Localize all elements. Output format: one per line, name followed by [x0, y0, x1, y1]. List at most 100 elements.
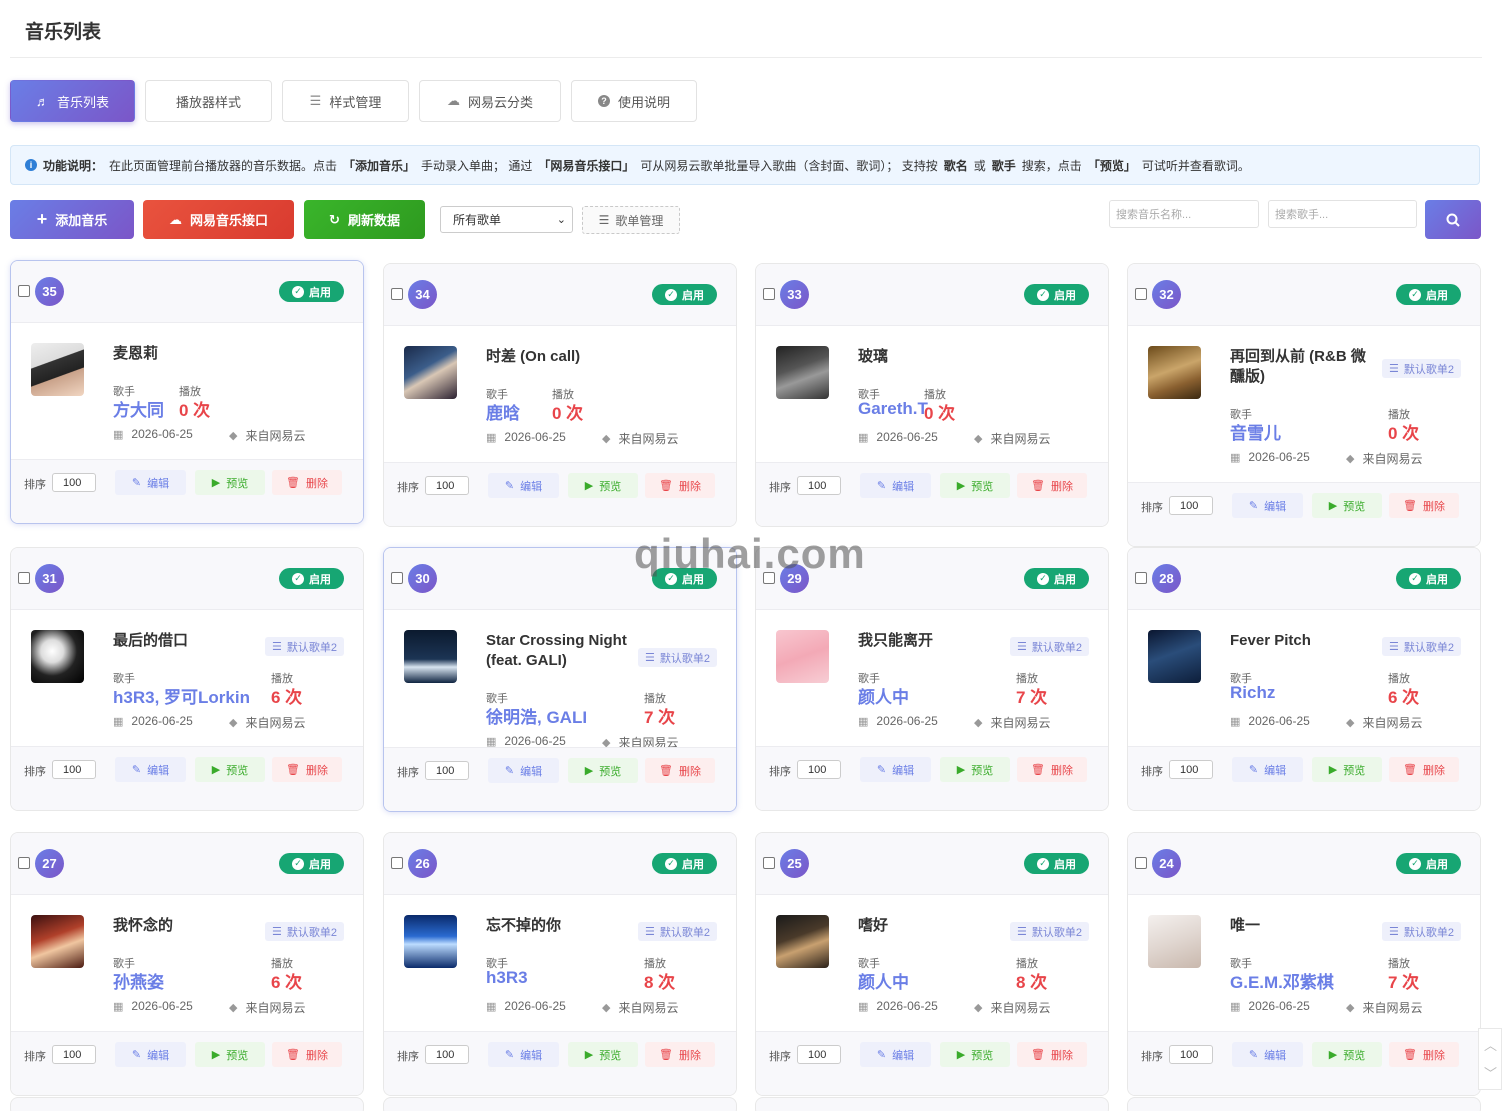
- status-label: 启用: [309, 573, 331, 586]
- sort-input[interactable]: 100: [797, 760, 841, 779]
- singer-name[interactable]: Richz: [1230, 683, 1275, 703]
- singer-name[interactable]: 颜人中: [858, 683, 909, 708]
- delete-button[interactable]: 🗑 删除: [645, 473, 715, 498]
- tab-player-style[interactable]: 播放器样式: [145, 80, 272, 122]
- singer-name[interactable]: 方大同: [113, 396, 164, 421]
- singer-name[interactable]: h3R3: [486, 968, 528, 988]
- preview-button[interactable]: ▶ 预览: [568, 473, 638, 498]
- preview-button[interactable]: ▶ 预览: [940, 1042, 1010, 1067]
- delete-button[interactable]: 🗑 删除: [1389, 1042, 1459, 1067]
- tab-help[interactable]: ? 使用说明: [571, 80, 697, 122]
- preview-button[interactable]: ▶ 预览: [195, 470, 265, 495]
- delete-button[interactable]: 🗑 删除: [645, 1042, 715, 1067]
- edit-button[interactable]: ✎ 编辑: [860, 1042, 931, 1067]
- edit-button[interactable]: ✎ 编辑: [115, 470, 186, 495]
- search-name-input[interactable]: 搜索音乐名称...: [1109, 200, 1259, 228]
- select-checkbox[interactable]: [18, 857, 30, 869]
- playlist-manage-button[interactable]: ☰ 歌单管理: [582, 206, 680, 234]
- delete-button[interactable]: 🗑 删除: [1017, 473, 1087, 498]
- status-badge[interactable]: ✓ 启用: [652, 284, 717, 305]
- select-checkbox[interactable]: [763, 288, 775, 300]
- singer-name[interactable]: 颜人中: [858, 968, 909, 993]
- preview-button[interactable]: ▶ 预览: [568, 1042, 638, 1067]
- sort-input[interactable]: 100: [1169, 760, 1213, 779]
- select-checkbox[interactable]: [18, 285, 30, 297]
- tab-music-list[interactable]: ♬ 音乐列表: [10, 80, 135, 122]
- delete-button[interactable]: 🗑 删除: [1017, 1042, 1087, 1067]
- edit-button[interactable]: ✎ 编辑: [115, 1042, 186, 1067]
- sort-input[interactable]: 100: [425, 761, 469, 780]
- tab-netease-category[interactable]: ☁ 网易云分类: [419, 80, 561, 122]
- tab-style-manage[interactable]: ☰ 样式管理: [282, 80, 409, 122]
- preview-button[interactable]: ▶ 预览: [1312, 493, 1382, 518]
- preview-button[interactable]: ▶ 预览: [568, 758, 638, 783]
- status-badge[interactable]: ✓ 启用: [1396, 853, 1461, 874]
- status-badge[interactable]: ✓ 启用: [1024, 568, 1089, 589]
- add-music-button[interactable]: + 添加音乐: [10, 200, 134, 239]
- delete-button[interactable]: 🗑 删除: [272, 1042, 342, 1067]
- playlist-tag-label: 默认歌单2: [1403, 363, 1454, 376]
- sort-input[interactable]: 100: [1169, 1045, 1213, 1064]
- sort-input[interactable]: 100: [797, 1045, 841, 1064]
- search-singer-input[interactable]: 搜索歌手...: [1268, 200, 1417, 228]
- card-header: 33 ✓ 启用: [756, 264, 1108, 326]
- refresh-button[interactable]: ↻ 刷新数据: [304, 200, 425, 239]
- select-checkbox[interactable]: [1135, 572, 1147, 584]
- sort-input[interactable]: 100: [425, 1045, 469, 1064]
- singer-name[interactable]: 音雪儿: [1230, 419, 1281, 444]
- status-badge[interactable]: ✓ 启用: [1024, 284, 1089, 305]
- sort-input[interactable]: 100: [52, 760, 96, 779]
- playlist-select[interactable]: 所有歌单 ⌄: [440, 206, 573, 233]
- status-badge[interactable]: ✓ 启用: [1396, 284, 1461, 305]
- edit-button[interactable]: ✎ 编辑: [488, 473, 559, 498]
- delete-button[interactable]: 🗑 删除: [1017, 757, 1087, 782]
- sort-input[interactable]: 100: [52, 473, 96, 492]
- preview-button[interactable]: ▶ 预览: [195, 757, 265, 782]
- edit-button[interactable]: ✎ 编辑: [488, 758, 559, 783]
- delete-button[interactable]: 🗑 删除: [272, 470, 342, 495]
- song-title: 麦恩莉: [113, 345, 159, 362]
- scroll-to-top-widget[interactable]: ︿ ﹀: [1478, 1028, 1502, 1090]
- sort-input[interactable]: 100: [797, 476, 841, 495]
- edit-button[interactable]: ✎ 编辑: [1232, 757, 1303, 782]
- delete-button[interactable]: 🗑 删除: [645, 758, 715, 783]
- edit-button[interactable]: ✎ 编辑: [115, 757, 186, 782]
- search-button[interactable]: [1425, 200, 1481, 239]
- select-checkbox[interactable]: [1135, 288, 1147, 300]
- edit-button[interactable]: ✎ 编辑: [860, 757, 931, 782]
- status-badge[interactable]: ✓ 启用: [279, 568, 344, 589]
- edit-button[interactable]: ✎ 编辑: [1232, 493, 1303, 518]
- select-checkbox[interactable]: [1135, 857, 1147, 869]
- singer-name[interactable]: h3R3, 罗可Lorkin: [113, 683, 250, 708]
- sort-input[interactable]: 100: [425, 476, 469, 495]
- status-badge[interactable]: ✓ 启用: [1396, 568, 1461, 589]
- sort-input[interactable]: 100: [52, 1045, 96, 1064]
- select-checkbox[interactable]: [391, 857, 403, 869]
- singer-name[interactable]: G.E.M.邓紫棋: [1230, 968, 1334, 993]
- preview-button[interactable]: ▶ 预览: [940, 757, 1010, 782]
- delete-button[interactable]: 🗑 删除: [272, 757, 342, 782]
- edit-button[interactable]: ✎ 编辑: [860, 473, 931, 498]
- select-checkbox[interactable]: [391, 288, 403, 300]
- edit-button[interactable]: ✎ 编辑: [488, 1042, 559, 1067]
- status-badge[interactable]: ✓ 启用: [279, 853, 344, 874]
- preview-button[interactable]: ▶ 预览: [195, 1042, 265, 1067]
- status-badge[interactable]: ✓ 启用: [279, 281, 344, 302]
- netease-api-button[interactable]: ☁ 网易音乐接口: [143, 200, 294, 239]
- delete-button[interactable]: 🗑 删除: [1389, 493, 1459, 518]
- singer-name[interactable]: 孙燕姿: [113, 968, 164, 993]
- singer-name[interactable]: Gareth.T: [858, 399, 928, 419]
- preview-button[interactable]: ▶ 预览: [940, 473, 1010, 498]
- select-checkbox[interactable]: [18, 572, 30, 584]
- edit-button[interactable]: ✎ 编辑: [1232, 1042, 1303, 1067]
- select-checkbox[interactable]: [763, 857, 775, 869]
- singer-name[interactable]: 徐明浩, GALI: [486, 703, 587, 728]
- status-badge[interactable]: ✓ 启用: [652, 853, 717, 874]
- select-checkbox[interactable]: [391, 572, 403, 584]
- singer-name[interactable]: 鹿晗: [486, 399, 520, 424]
- preview-button[interactable]: ▶ 预览: [1312, 1042, 1382, 1067]
- preview-button[interactable]: ▶ 预览: [1312, 757, 1382, 782]
- status-badge[interactable]: ✓ 启用: [1024, 853, 1089, 874]
- sort-input[interactable]: 100: [1169, 496, 1213, 515]
- delete-button[interactable]: 🗑 删除: [1389, 757, 1459, 782]
